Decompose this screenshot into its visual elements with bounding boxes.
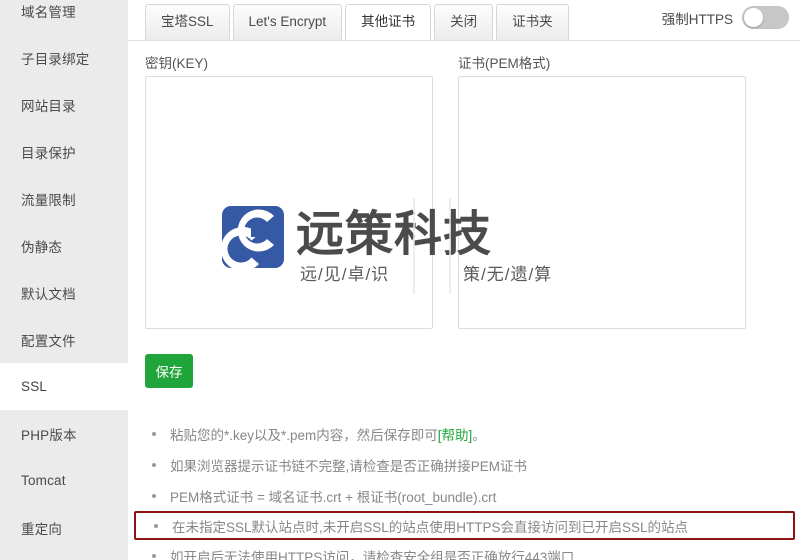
sidebar-item-label: 配置文件 [21,333,76,349]
note-item: 粘贴您的*.key以及*.pem内容，然后保存即可 [帮助]。 [145,418,800,449]
sidebar-item-label: PHP版本 [21,427,77,443]
sidebar-item-label: 目录保护 [21,145,76,161]
sidebar-item-12[interactable]: 重定向 [0,504,128,551]
sidebar-item-1[interactable]: 域名管理 [0,0,128,34]
bullet-icon [152,493,156,498]
note-item: 如果浏览器提示证书链不完整,请检查是否正确拼接PEM证书 [145,449,800,480]
sidebar-item-8[interactable]: 配置文件 [0,316,128,363]
tab-3[interactable]: 其他证书 [345,4,432,40]
bullet-icon [154,523,158,528]
sidebar-item-7[interactable]: 默认文档 [0,269,128,316]
force-https-control: 强制HTTPS [662,6,789,29]
tab-underline [128,40,800,41]
note-text: 如果浏览器提示证书链不完整,请检查是否正确拼接PEM证书 [170,458,528,474]
notes-list: 粘贴您的*.key以及*.pem内容，然后保存即可 [帮助]。如果浏览器提示证书链… [134,418,800,560]
tab-5[interactable]: 证书夹 [496,4,569,40]
main-panel: 宝塔SSL Let's Encrypt 其他证书 关闭 证书夹 强制HTTPS 密钥(K… [128,0,800,560]
save-button[interactable]: 保存 [145,354,193,388]
bullet-icon [152,431,156,436]
sidebar-item-6[interactable]: 伪静态 [0,222,128,269]
note-text-suffix: 。 [472,427,486,443]
bullet-icon [152,553,156,558]
sidebar-item-label: 流量限制 [21,192,76,208]
tab-2[interactable]: Let's Encrypt [232,4,343,40]
sidebar-item-label: 子目录绑定 [21,51,90,67]
note-item: 如开启后无法使用HTTPS访问，请检查安全组是否正确放行443端口 [145,540,800,560]
help-link[interactable]: [帮助] [438,424,473,444]
sidebar-item-10[interactable]: PHP版本 [0,410,128,457]
sidebar-item-label: Tomcat [21,473,66,488]
pem-textarea[interactable] [458,76,746,329]
tab-1[interactable]: 宝塔SSL [145,4,230,40]
force-https-label: 强制HTTPS [661,11,733,27]
sidebar-item-label: 重定向 [21,521,63,537]
note-item-highlighted: 在未指定SSL默认站点时,未开启SSL的站点使用HTTPS会直接访问到已开启SS… [134,511,795,540]
sidebar-item-3[interactable]: 网站目录 [0,81,128,128]
bullet-icon [152,462,156,467]
tab-4[interactable]: 关闭 [434,4,494,40]
sidebar-item-label: 域名管理 [21,4,76,20]
sidebar-item-label: 默认文档 [21,286,76,302]
sidebar-item-2[interactable]: 子目录绑定 [0,34,128,81]
sidebar-item-5[interactable]: 流量限制 [0,175,128,222]
note-item: PEM格式证书 = 域名证书.crt + 根证书(root_bundle).cr… [145,480,800,511]
force-https-toggle[interactable] [742,6,789,29]
note-text: PEM格式证书 = 域名证书.crt + 根证书(root_bundle).cr… [170,489,497,505]
sidebar-item-label: 网站目录 [21,98,76,114]
ssl-settings-page: 域名管理子目录绑定网站目录目录保护流量限制伪静态默认文档配置文件 SSL PHP版本… [0,0,800,560]
key-field-label: 密钥(KEY) [145,56,209,71]
sidebar-item-9[interactable]: SSL [0,363,128,410]
sidebar-item-4[interactable]: 目录保护 [0,128,128,175]
sidebar-item-label: SSL [21,379,48,394]
note-text: 如开启后无法使用HTTPS访问，请检查安全组是否正确放行443端口 [170,549,575,560]
note-text: 在未指定SSL默认站点时,未开启SSL的站点使用HTTPS会直接访问到已开启SS… [172,519,689,535]
sidebar-item-label: 伪静态 [21,239,63,255]
pem-field-label: 证书(PEM格式) [458,56,551,71]
sidebar-item-11[interactable]: Tomcat [0,457,128,504]
note-text: 粘贴您的*.key以及*.pem内容，然后保存即可 [170,427,438,443]
key-textarea[interactable] [145,76,433,329]
sidebar: 域名管理子目录绑定网站目录目录保护流量限制伪静态默认文档配置文件 SSL PHP版本… [0,0,128,560]
